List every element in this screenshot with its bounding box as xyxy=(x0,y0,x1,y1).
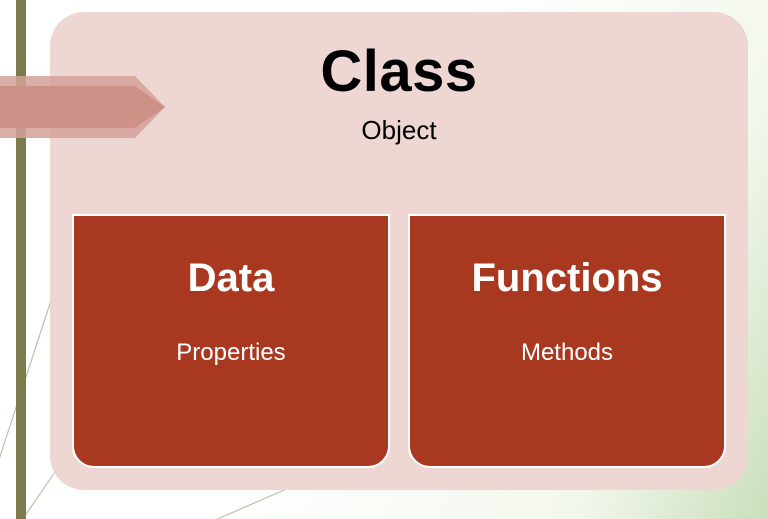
child-boxes-row: Data Properties Functions Methods xyxy=(72,214,726,468)
functions-box-subtitle: Methods xyxy=(410,339,724,367)
data-box-subtitle: Properties xyxy=(74,339,388,367)
data-box: Data Properties xyxy=(72,214,390,468)
functions-box: Functions Methods xyxy=(408,214,726,468)
functions-box-title: Functions xyxy=(410,256,724,301)
pointer-arrow-icon xyxy=(0,76,170,138)
data-box-title: Data xyxy=(74,256,388,301)
